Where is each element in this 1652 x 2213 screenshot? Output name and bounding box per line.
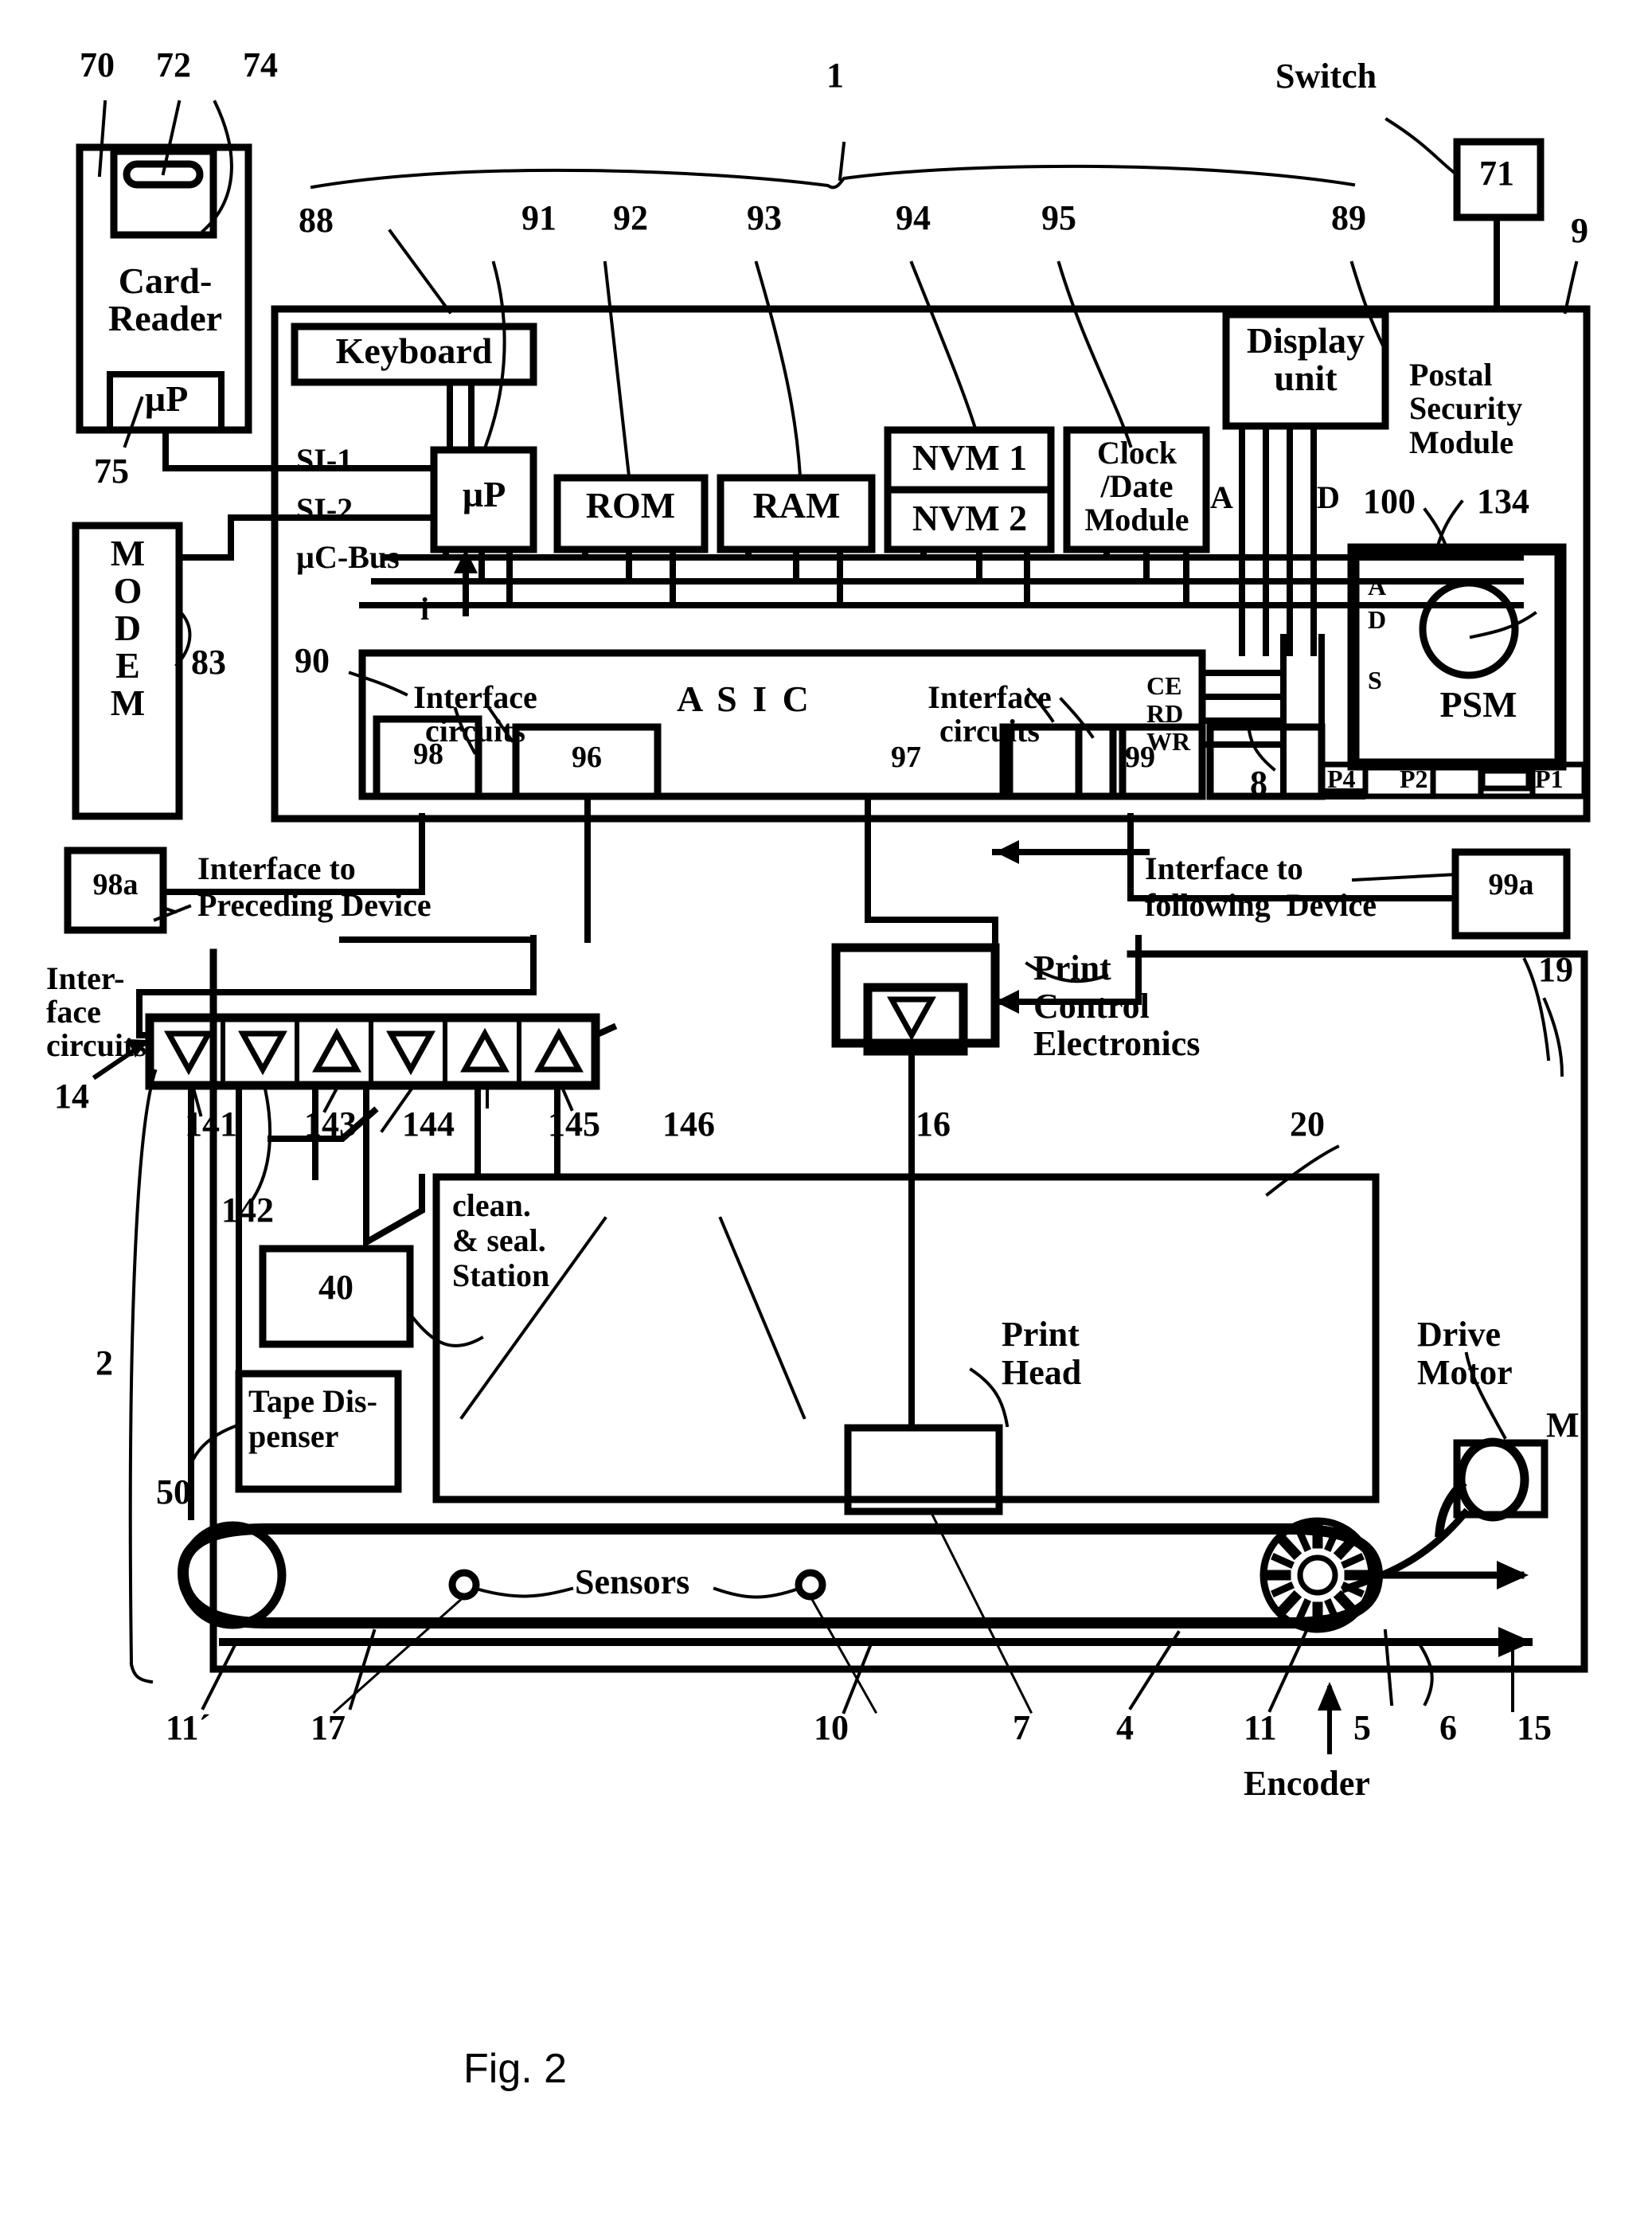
ref-15: 15 (1517, 1708, 1552, 1747)
interface-preceding-label: Interface to Preceding Device (197, 850, 432, 923)
ref-9: 9 (1571, 211, 1588, 250)
ref-142: 142 (221, 1191, 274, 1230)
ref-16: 16 (916, 1105, 951, 1144)
drive-motor-label: Drive Motor (1417, 1315, 1513, 1392)
bus-rd-label: RD (1146, 699, 1184, 728)
tape-dispenser-label: Tape Dis- penser (248, 1383, 377, 1454)
ref-96: 96 (572, 741, 602, 774)
ref-99a: 99a (1488, 868, 1534, 901)
ref-1: 1 (826, 56, 844, 95)
ref-20: 20 (1290, 1105, 1325, 1144)
psm-pin-d-label: D (1368, 605, 1387, 634)
ref-4: 4 (1116, 1708, 1134, 1747)
ref-88: 88 (299, 201, 334, 240)
ref-14: 14 (54, 1077, 89, 1116)
ref-100: 100 (1363, 482, 1416, 521)
ref-8: 8 (1250, 764, 1267, 803)
psm-label: PSM (1439, 684, 1517, 725)
psm-pin-s-label: S (1368, 666, 1382, 694)
ram-label: RAM (752, 485, 841, 526)
ref-10: 10 (814, 1708, 849, 1747)
interface-following-label: Interface to following Device (1145, 850, 1377, 923)
ref-95: 95 (1041, 198, 1076, 237)
ref-50: 50 (156, 1472, 191, 1511)
asic-label: A S I C (677, 678, 812, 719)
ref-94: 94 (896, 198, 931, 237)
card-reader-mp-label: µP (144, 378, 189, 419)
card-reader-label: Card- Reader (107, 260, 223, 338)
modem-label: M O D E M (110, 533, 146, 723)
print-control-electronics-label: Print Control Electronics (1033, 948, 1201, 1064)
psm-pin-p4-label: P4 (1327, 764, 1356, 793)
encoder-label: Encoder (1244, 1764, 1370, 1803)
figure-drawing (64, 100, 1591, 1754)
si1-label: SI-1 (296, 442, 353, 478)
ref-5: 5 (1353, 1708, 1371, 1747)
figure-page: 70 72 74 1 Switch 71 9 88 91 92 93 94 95… (0, 0, 1652, 2213)
ref-93: 93 (747, 198, 782, 237)
ref-2: 2 (96, 1343, 113, 1382)
clock-date-module-label: Clock /Date Module (1084, 435, 1189, 538)
ref-83: 83 (191, 643, 226, 682)
psm-pin-p1-label: P1 (1535, 764, 1564, 793)
motor-symbol-label: M (1546, 1406, 1580, 1445)
ref-90: 90 (295, 641, 330, 680)
ref-144: 144 (402, 1105, 455, 1144)
ref-134: 134 (1477, 482, 1529, 521)
ref-146: 146 (662, 1105, 715, 1144)
bus-a-label: A (1210, 479, 1233, 515)
figure-caption: Fig. 2 (463, 2046, 568, 2092)
ref-11: 11 (1244, 1708, 1277, 1747)
bus-ce-label: CE (1146, 671, 1182, 700)
ref-6: 6 (1439, 1708, 1457, 1747)
ref-7: 7 (1013, 1708, 1030, 1747)
uc-bus-label: µC-Bus (296, 539, 400, 575)
ref-75: 75 (94, 452, 129, 491)
ref-98a: 98a (92, 868, 139, 901)
interface-circuits-right-label: Interface circuits (928, 679, 1052, 749)
ref-89: 89 (1331, 198, 1366, 237)
ref-143: 143 (304, 1105, 357, 1144)
postal-security-module-label: Postal Security Module (1409, 357, 1523, 460)
ref-97: 97 (891, 741, 921, 774)
display-unit-label: Display unit (1246, 320, 1365, 398)
ref-17: 17 (310, 1708, 346, 1747)
sensors-label: Sensors (575, 1562, 690, 1601)
interrupt-i-label: i (420, 591, 430, 627)
ref-72: 72 (156, 45, 191, 84)
ref-71: 71 (1479, 154, 1514, 193)
bus-wr-label: WR (1146, 727, 1191, 756)
ref-92: 92 (613, 198, 648, 237)
interface-circuits-bottom-label: Inter- face circuits (46, 960, 146, 1063)
ref-74: 74 (243, 45, 278, 84)
bus-d-label: D (1317, 479, 1340, 515)
ref-11-prime: 11´ (166, 1708, 211, 1747)
clean-seal-station-label: clean. & seal. Station (452, 1187, 550, 1293)
nvm2-label: NVM 2 (912, 498, 1028, 538)
ref-19: 19 (1538, 950, 1573, 989)
psm-pin-a-label: A (1368, 572, 1387, 600)
psm-pin-p2-label: P2 (1400, 764, 1428, 793)
si2-label: SI-2 (296, 491, 353, 527)
print-head-label: Print Head (1002, 1315, 1082, 1392)
keyboard-label: Keyboard (335, 330, 493, 371)
ref-70: 70 (80, 45, 115, 84)
ref-91: 91 (521, 198, 557, 237)
interface-circuits-left-label: Interface circuits (413, 679, 537, 749)
nvm1-label: NVM 1 (912, 437, 1028, 478)
ref-145: 145 (548, 1105, 600, 1144)
rom-label: ROM (585, 485, 676, 526)
ref-141: 141 (185, 1105, 237, 1144)
switch-label: Switch (1275, 57, 1377, 96)
ref-40: 40 (318, 1268, 353, 1307)
ref-98: 98 (413, 737, 443, 771)
mp-label: µP (462, 474, 506, 514)
